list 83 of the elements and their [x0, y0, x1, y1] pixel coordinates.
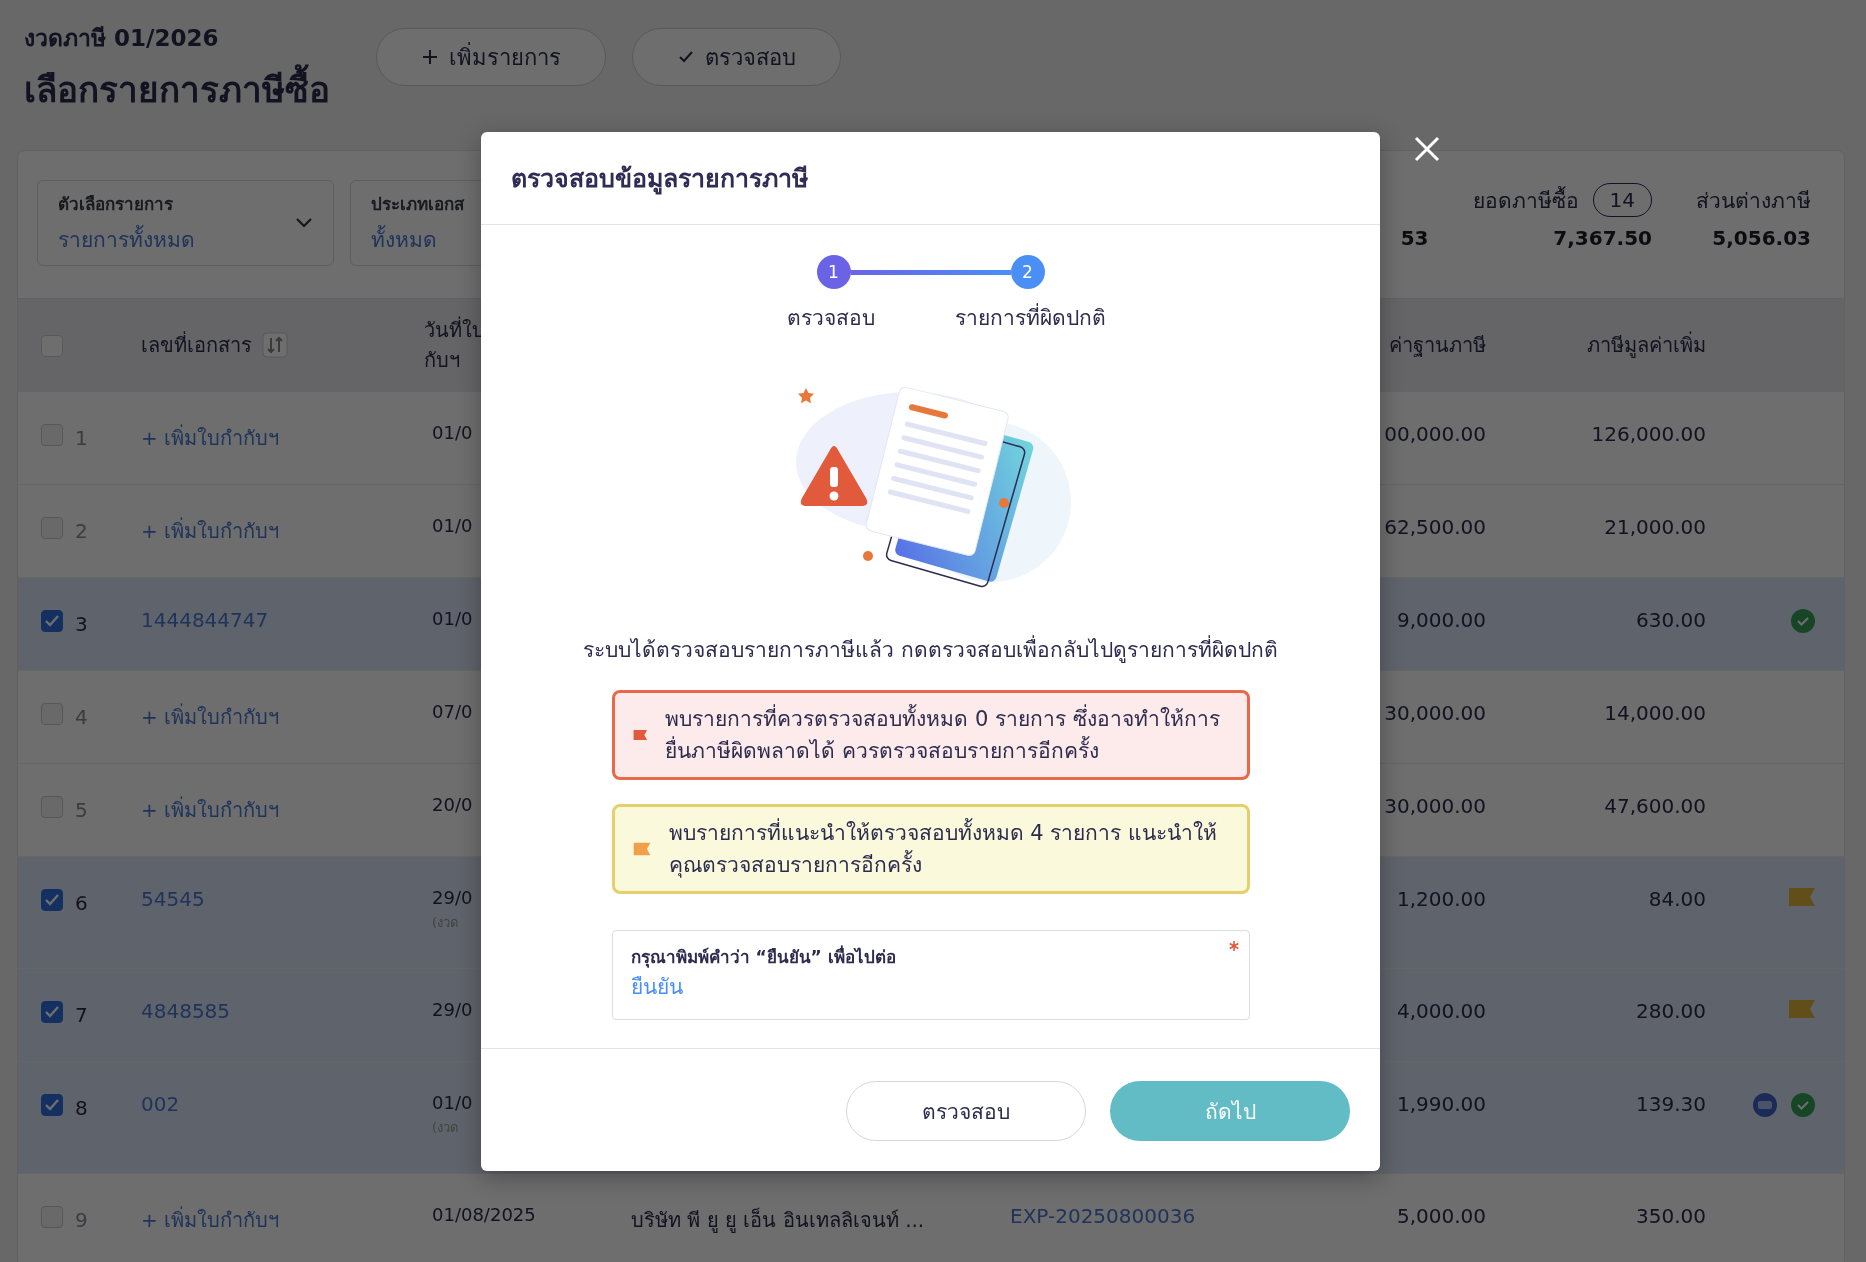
page-title: เลือกรายการภาษีซื้อ: [24, 62, 330, 117]
check-button[interactable]: ตรวจสอบ: [632, 28, 841, 86]
amount-cell: 30,000.00: [1384, 794, 1486, 818]
check-icon: [44, 893, 60, 907]
amount-cell: 1,200.00: [1396, 887, 1486, 911]
dropdown-value: รายการทั้งหมด: [58, 223, 195, 256]
date-cell: 01/0: [432, 515, 473, 536]
date-cell: 01/08/2025: [432, 1204, 536, 1225]
document-link[interactable]: + เพิ่มใบกำกับฯ: [141, 422, 280, 454]
document-link[interactable]: 4848585: [141, 999, 231, 1023]
next-button[interactable]: ถัดไป: [1110, 1081, 1350, 1141]
amount-cell: 84.00: [1648, 887, 1706, 911]
checkbox[interactable]: [41, 889, 63, 911]
date-cell: 29/0: [432, 887, 473, 908]
step-label: รายการที่ผิดปกติ: [955, 301, 1106, 334]
dropdown-value: ทั้งหมด: [371, 223, 464, 256]
field-label: กรุณาพิมพ์คำว่า “ยืนยัน” เพื่อไปต่อ: [630, 944, 897, 970]
column-header: ค่าฐานภาษี: [1389, 332, 1486, 359]
amount-cell: 126,000.00: [1591, 422, 1706, 446]
summary-value: 53: [1400, 226, 1429, 250]
row-number: 8: [75, 1096, 88, 1120]
amount-cell: 21,000.00: [1604, 515, 1706, 539]
amount-cell: 139.30: [1636, 1092, 1706, 1116]
document-link[interactable]: 002: [141, 1092, 180, 1116]
date-cell: 01/0: [432, 608, 473, 629]
amount-cell: 9,000.00: [1396, 608, 1486, 632]
amount-cell: 00,000.00: [1384, 422, 1486, 446]
document-link[interactable]: + เพิ่มใบกำกับฯ: [141, 515, 280, 547]
document-link[interactable]: + เพิ่มใบกำกับฯ: [141, 701, 280, 733]
row-number: 7: [75, 1003, 88, 1027]
row-number: 6: [75, 891, 88, 915]
summary-value: 5,056.03: [1712, 226, 1811, 250]
amount-cell: 630.00: [1636, 608, 1706, 632]
step-label: ตรวจสอบ: [786, 305, 875, 332]
date-cell: 01/0: [432, 1092, 473, 1113]
row-number: 3: [75, 612, 88, 636]
close-button[interactable]: [1412, 134, 1442, 164]
amount-cell: 350.00: [1636, 1204, 1706, 1228]
column-header: ภาษีมูลค่าเพิ่ม: [1587, 330, 1706, 360]
summary-value: 7,367.50: [1553, 226, 1652, 250]
amount-cell: 30,000.00: [1384, 701, 1486, 725]
check-icon: [44, 614, 60, 628]
step-number: 2: [1010, 255, 1045, 289]
company-cell-text: บริษัท พี ยู ยู เอ็น อินเทลลิเจนท์ ...: [631, 1206, 925, 1235]
dialog-title: ตรวจสอบข้อมูลรายการภาษี: [511, 163, 808, 197]
plus-icon: [421, 48, 439, 66]
alert-message: พบรายการที่ควรตรวจสอบทั้งหมด 0 รายการ ซึ่งอาจทำให้การยื่นภาษีผิดพลาดได้ ควรตรวจสอบรายการอีกครั้ง: [665, 703, 1227, 767]
amount-cell: 5,000.00: [1396, 1204, 1486, 1228]
check-icon: [44, 1005, 60, 1019]
add-item-button[interactable]: เพิ่มรายการ: [376, 28, 606, 86]
alert-message: พบรายการที่แนะนำให้ตรวจสอบทั้งหมด 4 รายการ แนะนำให้คุณตรวจสอบรายการอีกครั้ง: [668, 817, 1227, 881]
date-cell: 20/0: [432, 794, 473, 815]
checkbox[interactable]: [41, 610, 63, 632]
document-link[interactable]: 54545: [141, 887, 205, 911]
reference-link[interactable]: EXP-20250800036: [1010, 1204, 1196, 1228]
confirm-input[interactable]: ยืนยัน: [630, 974, 1031, 998]
info-message: ระบบได้ตรวจสอบรายการภาษีแล้ว กดตรวจสอบเพื่อกลับไปดูรายการที่ผิดปกติ: [583, 633, 1278, 666]
column-header: เลขที่เอกสาร: [141, 330, 252, 359]
filter-dropdown[interactable]: ตัวเลือกรายการ รายการทั้งหมด: [37, 180, 334, 266]
amount-cell: 280.00: [1636, 999, 1706, 1023]
amount-cell: 1,990.00: [1396, 1092, 1486, 1116]
checkbox[interactable]: [41, 1094, 63, 1116]
column-header: วันที่ใบ กับฯ: [424, 315, 485, 374]
amount-cell: 47,600.00: [1604, 794, 1706, 818]
amount-cell: 4,000.00: [1396, 999, 1486, 1023]
period-label: งวดภาษี 01/2026: [24, 24, 220, 53]
document-link[interactable]: + เพิ่มใบกำกับฯ: [141, 1204, 280, 1236]
summary-label: ส่วนต่างภาษี: [1696, 187, 1811, 215]
check-icon: [44, 1098, 60, 1112]
amount-cell: 14,000.00: [1604, 701, 1706, 725]
document-link[interactable]: + เพิ่มใบกำกับฯ: [141, 794, 280, 826]
check-button[interactable]: ตรวจสอบ: [846, 1081, 1086, 1141]
dropdown-label: ประเภทเอกส: [371, 193, 464, 216]
step-number: 1: [816, 255, 851, 289]
confirm-input-field[interactable]: กรุณาพิมพ์คำว่า “ยืนยัน” เพื่อไปต่อ ยืนยัน: [611, 930, 1250, 1020]
amount-cell: 62,500.00: [1384, 515, 1486, 539]
date-cell: 07/0: [432, 701, 473, 722]
date-cell: 29/0: [432, 999, 473, 1020]
checkbox[interactable]: [41, 1001, 63, 1023]
document-link[interactable]: 1444844747: [141, 608, 269, 632]
summary-label: ยอดภาษีซื้อ: [1472, 185, 1579, 215]
dropdown-label: ตัวเลือกรายการ: [58, 193, 174, 216]
date-cell: 01/0: [432, 422, 473, 443]
